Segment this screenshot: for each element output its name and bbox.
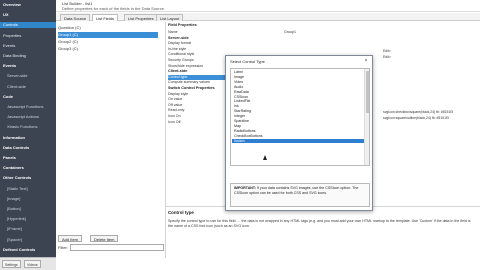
dialog-info-box: IMPORTANT: If your data contains SVG ima… (230, 183, 370, 207)
tree-item[interactable]: [Spacer] (0, 237, 56, 243)
tree-item[interactable]: Properties (0, 33, 56, 39)
bottom-tab[interactable]: Videos (24, 260, 41, 268)
tree-item[interactable]: Xbasic Functions (0, 124, 56, 130)
tree-item[interactable]: Other Controls (0, 175, 56, 181)
tree-item[interactable]: Javascript Actions (0, 114, 56, 120)
property-label[interactable]: Icon Off (168, 120, 181, 125)
tree-item[interactable]: UX (0, 12, 56, 18)
control-type-option[interactable]: Sparkline (232, 119, 364, 124)
left-nav-panel: Overview UX Controls Properties Events Data B… (0, 0, 56, 270)
tree-item[interactable]: Defined Controls (0, 247, 56, 253)
tab-list-fields[interactable]: List Fields (92, 14, 119, 21)
filter-label: Filter: (58, 245, 68, 250)
property-label[interactable]: On value (168, 97, 182, 102)
tab-data-source[interactable]: Data Source (60, 14, 91, 21)
info-strong: IMPORTANT: (234, 186, 256, 190)
help-text: Specify the control type to use for this… (168, 219, 471, 228)
control-type-option[interactable]: CheckBoxButtons (232, 134, 364, 139)
property-category: Server-side (168, 35, 189, 40)
bottom-tab[interactable]: Settings (2, 260, 21, 268)
filter-input[interactable] (70, 244, 164, 251)
field-list-item[interactable]: Group1 (C) (58, 32, 158, 38)
control-type-option[interactable]: RawData (232, 90, 364, 95)
property-label[interactable]: Display format (168, 41, 191, 46)
property-value-snippet: svgIcon:squareoutline(black,24) fb: #515… (383, 116, 449, 120)
property-value-snippet: Edit> (383, 55, 391, 59)
tree-item[interactable]: [IFrame] (0, 226, 56, 232)
select-control-type-dialog: Select Control Type × Label Image Video Aud… (225, 55, 373, 211)
field-list-item[interactable]: Group3 (C) (58, 46, 158, 52)
tree-item[interactable]: Information (0, 135, 56, 141)
tree-item[interactable]: Controls (0, 22, 56, 29)
property-label[interactable]: Control type (168, 74, 228, 80)
property-value[interactable]: Group1 (284, 30, 296, 35)
dialog-title: Select Control Type (230, 59, 265, 64)
help-panel: Control type Specify the control type to… (166, 210, 476, 258)
builder-tabs: Data Source List Fields List Properties Lis… (56, 13, 480, 21)
list-scrollbar[interactable] (364, 69, 369, 165)
property-label[interactable]: Icon On (168, 114, 181, 119)
field-list-item[interactable]: Group2 (C) (58, 39, 158, 45)
tree-item[interactable]: Containers (0, 165, 56, 171)
control-type-option[interactable]: Label (232, 70, 364, 75)
tree-item[interactable]: Data Controls (0, 145, 56, 151)
property-category: Switch Control Properties (168, 86, 215, 90)
tab-list-layout[interactable]: List Layout (156, 14, 184, 21)
tree-item[interactable]: Data Binding (0, 53, 56, 59)
property-value-snippet: svgIcon:checkboxsquare(black,24) fb: #51… (383, 110, 454, 114)
property-value-snippet: Edit> (383, 49, 391, 53)
builder-header: List Builder - list1 Define properties f… (56, 0, 480, 12)
control-type-option[interactable]: Audio (232, 85, 364, 90)
control-type-option[interactable]: Ink (232, 104, 364, 109)
scrollbar-thumb[interactable] (366, 71, 369, 113)
add-item-button[interactable]: Add Item (58, 235, 83, 242)
control-type-option[interactable]: Switch (232, 138, 364, 144)
left-bottom-tabs: Settings Videos (0, 257, 56, 270)
control-type-option[interactable]: Map (232, 124, 364, 129)
tab-list-properties[interactable]: List Properties (124, 14, 158, 21)
tree-item[interactable]: Server-side (0, 73, 56, 79)
control-type-option[interactable]: RadioButtons (232, 129, 364, 134)
property-label[interactable]: Off value (168, 103, 182, 108)
control-type-option[interactable]: Integer (232, 114, 364, 119)
field-list-item[interactable]: Question (C) (58, 25, 158, 31)
tree-item[interactable]: Panels (0, 155, 56, 161)
tree-item[interactable]: [Button] (0, 206, 56, 212)
tree-item[interactable]: Code (0, 94, 56, 100)
help-title: Control type (168, 210, 194, 215)
tree-item[interactable]: Events (0, 63, 56, 69)
mouse-cursor-icon-inner (263, 155, 267, 160)
tree-item[interactable]: [Hyperlink] (0, 216, 56, 222)
tree-item[interactable]: Client-side (0, 84, 56, 90)
tree-item[interactable]: [Static Text] (0, 186, 56, 192)
field-properties-header: Field Properties (168, 23, 197, 27)
tree-item[interactable]: [Image] (0, 196, 56, 202)
window-description: Define properties for each of the fields… (62, 6, 165, 11)
close-icon[interactable]: × (363, 58, 369, 64)
control-type-option[interactable]: Image (232, 75, 364, 80)
delete-item-button[interactable]: Delete Item (90, 235, 119, 242)
property-label[interactable]: Compute summary values (168, 80, 210, 85)
property-label[interactable]: Show/hide expression (168, 64, 203, 69)
dialog-info-text: IMPORTANT: If your data contains SVG ima… (234, 186, 368, 196)
property-category: Client-side (168, 69, 188, 74)
property-label[interactable]: Conditional style (168, 52, 194, 57)
tree-item[interactable]: Overview (0, 2, 56, 8)
property-label[interactable]: Name (168, 30, 178, 35)
control-type-option[interactable]: CSSIcon (232, 95, 364, 100)
property-label[interactable]: Security Groups (168, 58, 194, 63)
tree-item[interactable]: Events (0, 43, 56, 49)
control-type-option[interactable]: StarRating (232, 109, 364, 114)
control-type-list[interactable]: Label Image Video Audio RawData CSSIcon Linked… (230, 68, 370, 166)
property-label[interactable]: Read-only (168, 108, 184, 113)
property-label[interactable]: In-line style (168, 47, 186, 52)
control-type-option[interactable]: Video (232, 80, 364, 85)
tree-item[interactable]: Javascript Functions (0, 104, 56, 110)
fields-panel: Add Item Delete Item Filter: Question (C… (56, 22, 166, 258)
property-label[interactable]: Display style (168, 92, 188, 97)
control-type-option[interactable]: LinkedFile (232, 99, 364, 104)
